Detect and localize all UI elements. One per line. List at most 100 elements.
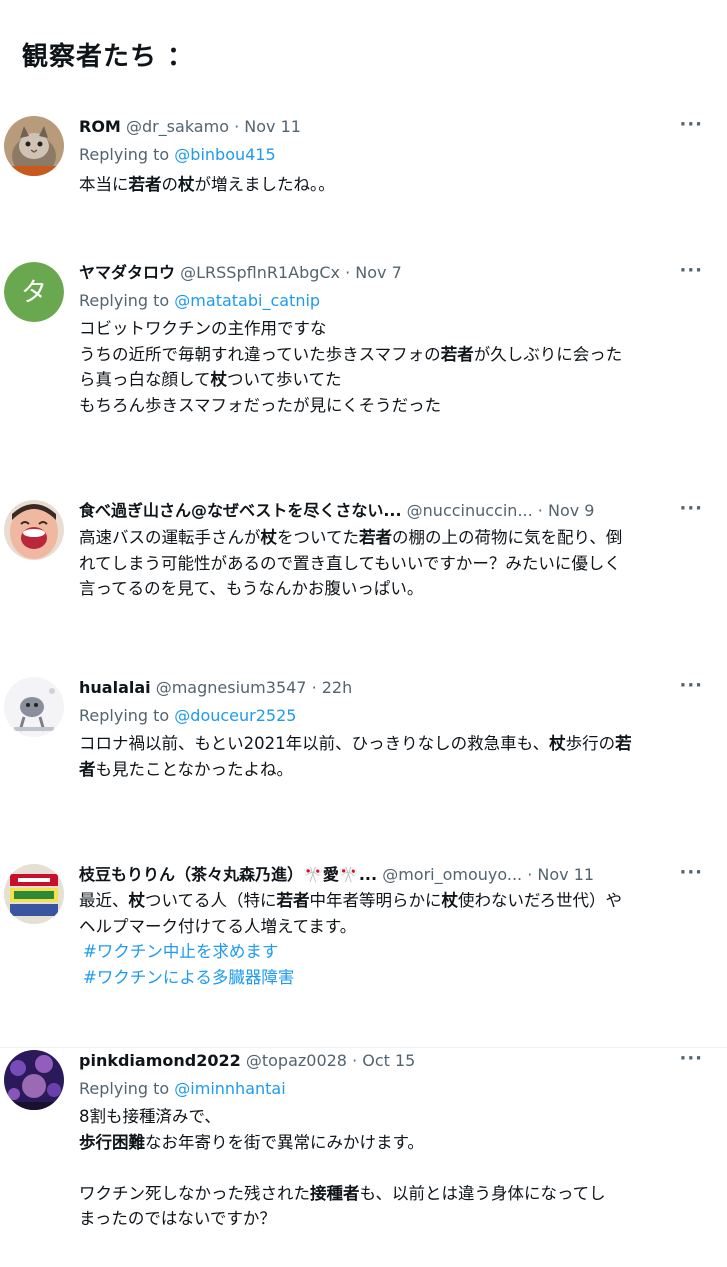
text-line: 本当に若者の杖が増えましたね。。 — [79, 172, 709, 198]
text-line: うちの近所で毎朝すれ違っていた歩きスマフォの若者が久しぶりに会った — [79, 342, 709, 368]
bold-text: 若者 — [276, 891, 310, 910]
replying-to-label: Replying to — [79, 291, 175, 310]
more-options-icon[interactable]: ··· — [679, 498, 703, 519]
text-line — [79, 1155, 709, 1181]
more-options-icon[interactable]: ··· — [679, 862, 703, 883]
bold-text: 接種者 — [310, 1183, 360, 1203]
text-line: 言ってるのを見て、もうなんかお腹いっぱい。 — [79, 576, 709, 602]
tweet-date[interactable]: Nov 11 — [537, 865, 594, 884]
text-segment: れてしまう可能性があるので置き直してもいいですかー？みたいに優しく — [79, 553, 621, 573]
text-segment: も、以前とは違う身体になってし — [359, 1183, 606, 1203]
replying-to: Replying to @matatabi_catnip — [79, 290, 320, 312]
replying-to-label: Replying to — [79, 706, 175, 725]
tweet-date[interactable]: Oct 15 — [362, 1051, 415, 1070]
text-segment: 言ってるのを見て、もうなんかお腹いっぱい。 — [79, 579, 424, 598]
replying-to: Replying to @iminnhantai — [79, 1078, 286, 1100]
bold-text: 若者 — [440, 344, 474, 364]
text-segment: の棚の上の荷物に気を配り、倒 — [392, 528, 623, 547]
text-segment: コビットワクチンの主作用ですな — [79, 319, 327, 338]
text-segment: 使わないだろ世代）や — [458, 891, 623, 910]
display-name[interactable]: hualalai — [79, 678, 151, 697]
tweet-text: 高速バスの運転手さんが杖をついてた若者の棚の上の荷物に気を配り、倒 れてしまう可… — [79, 525, 709, 602]
tweet-text: 8割も接種済みで、 歩行困難なお年寄りを街で異常にみかけます。 ワクチン死しなか… — [79, 1104, 709, 1232]
tweet-header: pinkdiamond2022 @topaz0028 · Oct 15 — [79, 1050, 681, 1072]
text-segment: 最近、 — [79, 891, 129, 910]
tweet-text: 本当に若者の杖が増えましたね。。 — [79, 172, 709, 198]
display-name[interactable]: pinkdiamond2022 — [79, 1051, 241, 1070]
tweet-text: コロナ禍以前、もとい2021年以前、ひっきりなしの救急車も、杖歩行の若 者も見た… — [79, 731, 709, 782]
text-segment: なお年寄りを街で異常にみかけます。 — [145, 1132, 424, 1152]
separator: · — [340, 263, 356, 282]
reply-mention-link[interactable]: @douceur2525 — [174, 706, 296, 725]
tweet-date[interactable]: Nov 9 — [548, 501, 595, 520]
bold-text: 杖 — [128, 891, 146, 910]
separator: · — [522, 865, 538, 884]
display-name[interactable]: ヤマダタロウ — [79, 263, 175, 282]
user-handle[interactable]: @nuccinuccin... — [407, 501, 533, 520]
display-name[interactable]: 枝豆もりりん（茶々丸森乃進）🎌愛🎌... — [79, 865, 377, 884]
avatar-illumination[interactable] — [4, 1050, 64, 1110]
text-line: 者も見たことなかったよね。 — [79, 757, 709, 783]
text-segment: 中年者等明らかに — [309, 891, 442, 910]
tweet-date[interactable]: Nov 7 — [355, 263, 402, 282]
replying-to-label: Replying to — [79, 1079, 175, 1098]
more-options-icon[interactable]: ··· — [679, 260, 703, 281]
page-title: 観察者たち ： — [22, 42, 195, 72]
text-line: 高速バスの運転手さんが杖をついてた若者の棚の上の荷物に気を配り、倒 — [79, 525, 709, 551]
reply-mention-link[interactable]: @matatabi_catnip — [174, 291, 320, 310]
text-segment: も見たことなかったよね。 — [95, 759, 294, 779]
reply-mention-link[interactable]: @binbou415 — [174, 145, 275, 164]
replying-to: Replying to @douceur2525 — [79, 705, 296, 727]
replying-to: Replying to @binbou415 — [79, 144, 276, 166]
more-options-icon[interactable]: ··· — [679, 114, 703, 135]
text-segment: ついて歩いてた — [227, 370, 342, 389]
display-name[interactable]: 食べ過ぎ山さん@なぜベストを尽くさない... — [79, 501, 402, 520]
text-line: もちろん歩きスマフォだったが見にくそうだった — [79, 393, 709, 419]
tweet-header: 枝豆もりりん（茶々丸森乃進）🎌愛🎌... @mori_omouyo... · N… — [79, 864, 681, 886]
tweet-text: コビットワクチンの主作用ですな うちの近所で毎朝すれ違っていた歩きスマフォの若者… — [79, 316, 709, 418]
text-line: まったのではないですか？ — [79, 1206, 709, 1232]
text-segment: が久しぶりに会った — [473, 344, 623, 364]
text-segment: 歩行の — [565, 734, 616, 753]
more-options-icon[interactable]: ··· — [679, 1048, 703, 1069]
divider — [0, 1047, 727, 1048]
bold-text: 者 — [79, 759, 96, 779]
bold-text: 杖 — [441, 891, 459, 910]
tweet-date[interactable]: 22h — [322, 678, 353, 697]
user-handle[interactable]: @dr_sakamo — [126, 117, 229, 136]
text-line: ら真っ白な顔して杖ついて歩いてた — [79, 367, 709, 393]
tweet-header: 食べ過ぎ山さん@なぜベストを尽くさない... @nuccinuccin... ·… — [79, 500, 681, 522]
avatar-shop-sign[interactable] — [4, 864, 64, 924]
text-line: 歩行困難なお年寄りを街で異常にみかけます。 — [79, 1130, 709, 1156]
hashtag-link[interactable]: #ワクチン中止を求めます — [79, 939, 709, 965]
reply-mention-link[interactable]: @iminnhantai — [174, 1079, 285, 1098]
text-line: ヘルプマーク付けてる人増えてます。 — [79, 914, 709, 940]
user-handle[interactable]: @topaz0028 — [246, 1051, 347, 1070]
text-segment: をついてた — [277, 528, 360, 547]
separator: · — [306, 678, 322, 697]
text-line: ワクチン死しなかった残された接種者も、以前とは違う身体になってし — [79, 1181, 709, 1207]
tweet-header: ROM @dr_sakamo · Nov 11 — [79, 116, 681, 138]
display-name[interactable]: ROM — [79, 117, 121, 136]
avatar-cat[interactable] — [4, 116, 64, 176]
separator: · — [532, 501, 548, 520]
bold-text: 杖 — [178, 175, 195, 194]
avatar-letter[interactable]: タ — [4, 262, 64, 322]
user-handle[interactable]: @magnesium3547 — [156, 678, 307, 697]
avatar-initial: タ — [21, 278, 47, 308]
user-handle[interactable]: @mori_omouyo... — [382, 865, 522, 884]
user-handle[interactable]: @LRSSpflnR1AbgCx — [180, 263, 340, 282]
text-segment: 高速バスの運転手さんが — [79, 528, 261, 547]
text-segment: ら真っ白な顔して — [79, 370, 211, 389]
bold-text: 歩行困難 — [79, 1132, 145, 1152]
separator: · — [346, 1051, 363, 1070]
avatar-laughing-face[interactable] — [4, 500, 64, 560]
avatar-illustration[interactable] — [4, 677, 64, 737]
bold-text: 若者 — [128, 175, 162, 194]
text-segment: が増えましたね。。 — [194, 175, 335, 194]
tweet-date[interactable]: Nov 11 — [244, 117, 301, 136]
text-segment: ついてる人（特に — [145, 891, 277, 910]
more-options-icon[interactable]: ··· — [679, 675, 703, 696]
tweet-header: ヤマダタロウ @LRSSpflnR1AbgCx · Nov 7 — [79, 262, 681, 284]
hashtag-link[interactable]: #ワクチンによる多臓器障害 — [79, 965, 709, 991]
